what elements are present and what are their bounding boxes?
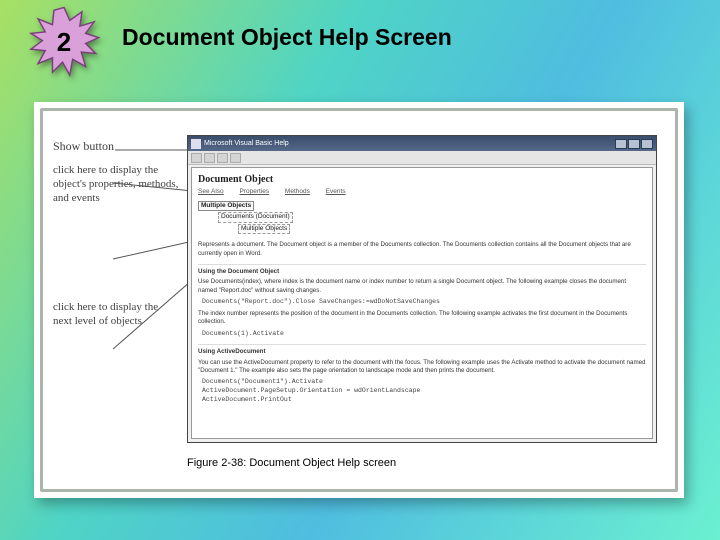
- using-paragraph: Use Documents(index), where index is the…: [198, 278, 646, 295]
- toolbar-button[interactable]: [204, 153, 215, 163]
- window-title: Microsoft Visual Basic Help: [204, 140, 615, 147]
- slide-title: Document Object Help Screen: [122, 24, 452, 51]
- help-body-text: Represents a document. The Document obje…: [198, 241, 646, 404]
- help-content-pane: Document Object See Also Properties Meth…: [191, 167, 653, 439]
- code-activate: Documents(1).Activate: [202, 330, 646, 339]
- object-tree: Multiple Objects Documents (Document) Mu…: [198, 201, 646, 235]
- close-button[interactable]: [641, 139, 653, 149]
- tree-node-root[interactable]: Multiple Objects: [198, 201, 254, 211]
- toolbar-button[interactable]: [230, 153, 241, 163]
- code-active: Documents("Document1").Activate ActiveDo…: [202, 378, 646, 404]
- maximize-button[interactable]: [628, 139, 640, 149]
- link-properties[interactable]: Properties: [239, 188, 269, 195]
- annotation-properties: click here to display the object's prope…: [53, 164, 179, 205]
- figure-caption: Figure 2-38: Document Object Help screen: [187, 457, 396, 469]
- tree-node-documents[interactable]: Documents (Document): [218, 212, 293, 222]
- help-toolbar: [188, 151, 656, 165]
- figure-frame: Show button click here to display the ob…: [34, 102, 684, 498]
- figure-inner: Show button click here to display the ob…: [40, 108, 678, 492]
- section-using-title: Using the Document Object: [198, 264, 646, 276]
- link-methods[interactable]: Methods: [285, 188, 310, 195]
- step-badge: 2: [28, 6, 100, 78]
- annotation-show-button: Show button: [53, 139, 179, 154]
- annotation-next-level: click here to display the next level of …: [53, 301, 179, 329]
- app-icon: [191, 139, 201, 149]
- titlebar: Microsoft Visual Basic Help: [188, 136, 656, 151]
- section-active-title: Using ActiveDocument: [198, 344, 646, 356]
- presentation-slide: 2 Document Object Help Screen Show butto…: [0, 0, 720, 540]
- help-nav-links: See Also Properties Methods Events: [198, 188, 646, 195]
- help-topic-title: Document Object: [198, 174, 646, 185]
- index-paragraph: The index number represents the position…: [198, 310, 646, 327]
- tree-node-child[interactable]: Multiple Objects: [238, 224, 290, 234]
- toolbar-button[interactable]: [217, 153, 228, 163]
- minimize-button[interactable]: [615, 139, 627, 149]
- link-see-also[interactable]: See Also: [198, 188, 224, 195]
- annotation-column: Show button click here to display the ob…: [53, 135, 179, 329]
- intro-paragraph: Represents a document. The Document obje…: [198, 241, 646, 258]
- step-number: 2: [28, 6, 100, 78]
- active-paragraph: You can use the ActiveDocument property …: [198, 359, 646, 376]
- help-window: Microsoft Visual Basic Help Document Obj…: [187, 135, 657, 443]
- code-close: Documents("Report.doc").Close SaveChange…: [202, 298, 646, 307]
- show-button[interactable]: [191, 153, 202, 163]
- link-events[interactable]: Events: [326, 188, 346, 195]
